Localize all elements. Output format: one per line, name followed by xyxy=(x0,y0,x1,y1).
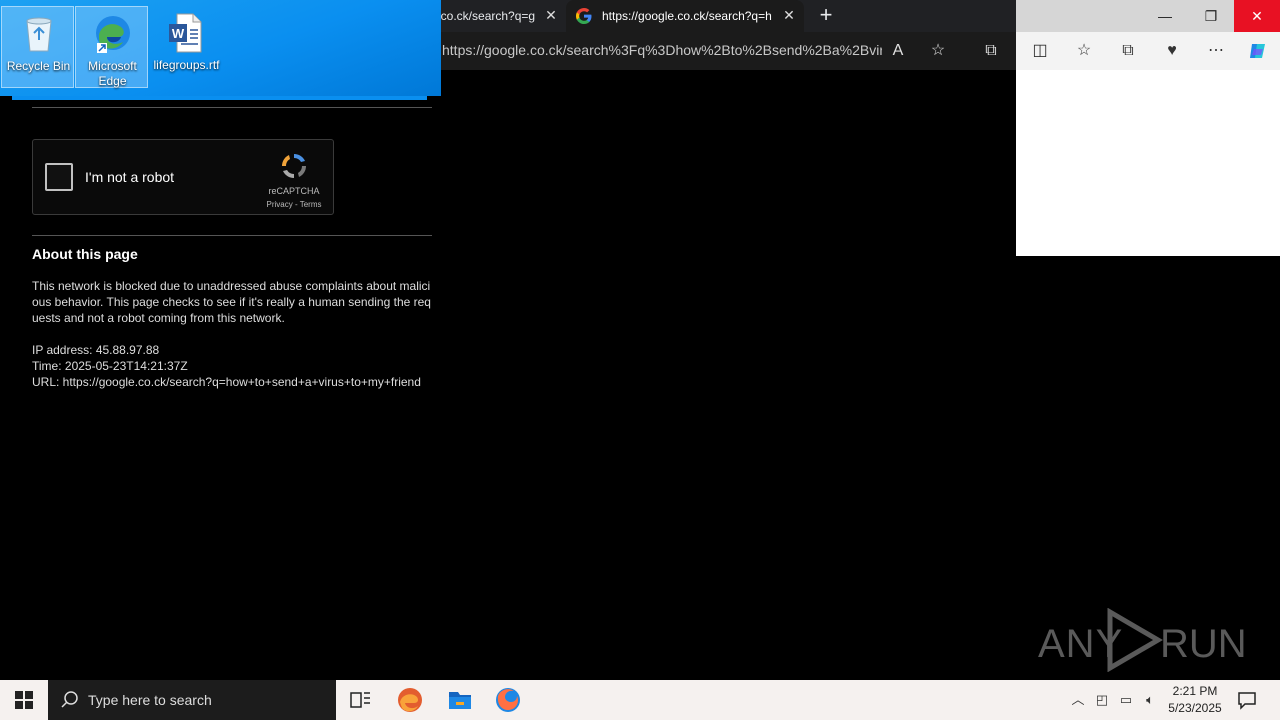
captcha-links[interactable]: Privacy - Terms xyxy=(262,200,326,209)
desktop-icon-document[interactable]: W lifegroups.rtf xyxy=(150,6,223,88)
browser-toolbar-right: ◫ ☆ ⧉ ♥ ⋯ xyxy=(1016,32,1280,70)
window-controls: — ❐ ✕ xyxy=(1016,0,1280,32)
search-placeholder: Type here to search xyxy=(88,692,212,708)
tab-background[interactable]: le.co.ck/search?q=g ✕ xyxy=(420,0,565,32)
extensions-icon[interactable]: ⧉ xyxy=(981,41,1001,61)
desktop-icon-label: Recycle Bin xyxy=(6,59,71,73)
divider xyxy=(32,107,432,108)
play-logo-icon xyxy=(1107,608,1163,672)
read-aloud-icon[interactable]: A xyxy=(888,41,908,61)
split-screen-icon[interactable]: ◫ xyxy=(1030,41,1050,61)
task-view-icon[interactable] xyxy=(336,680,384,720)
new-tab-button[interactable]: + xyxy=(812,3,840,29)
minimize-icon[interactable]: — xyxy=(1142,0,1188,32)
collections-icon[interactable]: ⧉ xyxy=(1118,41,1138,61)
block-description: This network is blocked due to unaddress… xyxy=(32,279,431,325)
desktop-icon-label: lifegroups.rtf xyxy=(153,58,220,72)
recycle-bin-icon xyxy=(26,17,52,52)
tab-title: https://google.co.ck/search?q=h xyxy=(602,9,772,23)
taskbar: Type here to search ︿ ◰ ▭ 🔈︎ 2:21 PM 5/2… xyxy=(0,680,1280,720)
desktop-icon-recycle-bin[interactable]: Recycle Bin xyxy=(1,6,74,88)
more-options-icon[interactable]: ⋯ xyxy=(1206,41,1226,61)
file-explorer-icon[interactable] xyxy=(436,680,484,720)
divider xyxy=(32,235,432,236)
firefox-icon[interactable] xyxy=(484,680,532,720)
notification-icon[interactable] xyxy=(1236,690,1258,710)
captcha-brand: reCAPTCHA xyxy=(268,186,320,196)
browser-essentials-icon[interactable]: ♥ xyxy=(1162,41,1182,61)
clock-date[interactable]: 5/23/2025 xyxy=(1160,701,1230,715)
desktop-icon-label: Microsoft Edge xyxy=(88,59,137,88)
address-bar[interactable]: https://google.co.ck/search%3Fq%3Dhow%2B… xyxy=(442,42,882,58)
tab-active[interactable]: https://google.co.ck/search?q=h ✕ xyxy=(566,0,804,32)
time-line: Time: 2025-05-23T14:21:37Z xyxy=(32,359,188,373)
url-line: URL: https://google.co.ck/search?q=how+t… xyxy=(32,375,421,389)
close-tab-icon[interactable]: ✕ xyxy=(544,8,558,22)
recaptcha-widget: I'm not a robot reCAPTCHA Privacy - Term… xyxy=(32,139,334,215)
favorites-icon[interactable]: ☆ xyxy=(1074,41,1094,61)
anyrun-watermark: ANY RUN xyxy=(1038,608,1247,672)
watermark-text: RUN xyxy=(1160,622,1247,666)
screen: le.co.ck/search?q=g ✕ https://google.co.… xyxy=(0,0,1280,720)
volume-icon[interactable]: 🔈︎ xyxy=(1140,690,1160,710)
tab-title: le.co.ck/search?q=g xyxy=(428,9,536,23)
word-document-icon: W xyxy=(169,13,202,53)
taskbar-search-box[interactable]: Type here to search xyxy=(48,680,336,720)
edge-icon xyxy=(96,16,130,53)
clock-time[interactable]: 2:21 PM xyxy=(1160,684,1230,698)
google-icon xyxy=(576,8,592,24)
desktop-background: Recycle Bin Microsoft Edge W lifegroups.… xyxy=(0,0,441,96)
close-window-icon[interactable]: ✕ xyxy=(1234,0,1280,32)
meet-now-icon[interactable]: ◰ xyxy=(1092,690,1112,710)
desktop-icon-edge[interactable]: Microsoft Edge xyxy=(75,6,148,88)
captcha-label: I'm not a robot xyxy=(85,169,175,185)
copilot-icon[interactable] xyxy=(1248,41,1268,61)
favorite-star-icon[interactable]: ☆ xyxy=(928,41,948,61)
search-icon xyxy=(61,691,78,708)
svg-text:W: W xyxy=(172,26,185,41)
recaptcha-logo-icon xyxy=(281,153,307,179)
chevron-up-icon[interactable]: ︿ xyxy=(1068,690,1088,710)
restore-icon[interactable]: ❐ xyxy=(1188,0,1234,32)
windows-start-icon[interactable] xyxy=(0,680,48,720)
close-tab-icon[interactable]: ✕ xyxy=(782,8,796,22)
edge-taskbar-icon[interactable] xyxy=(386,680,434,720)
about-heading: About this page xyxy=(32,246,138,262)
captcha-checkbox[interactable] xyxy=(45,163,73,191)
network-icon[interactable]: ▭ xyxy=(1116,690,1136,710)
ip-address-line: IP address: 45.88.97.88 xyxy=(32,343,160,357)
side-panel xyxy=(1016,70,1280,256)
